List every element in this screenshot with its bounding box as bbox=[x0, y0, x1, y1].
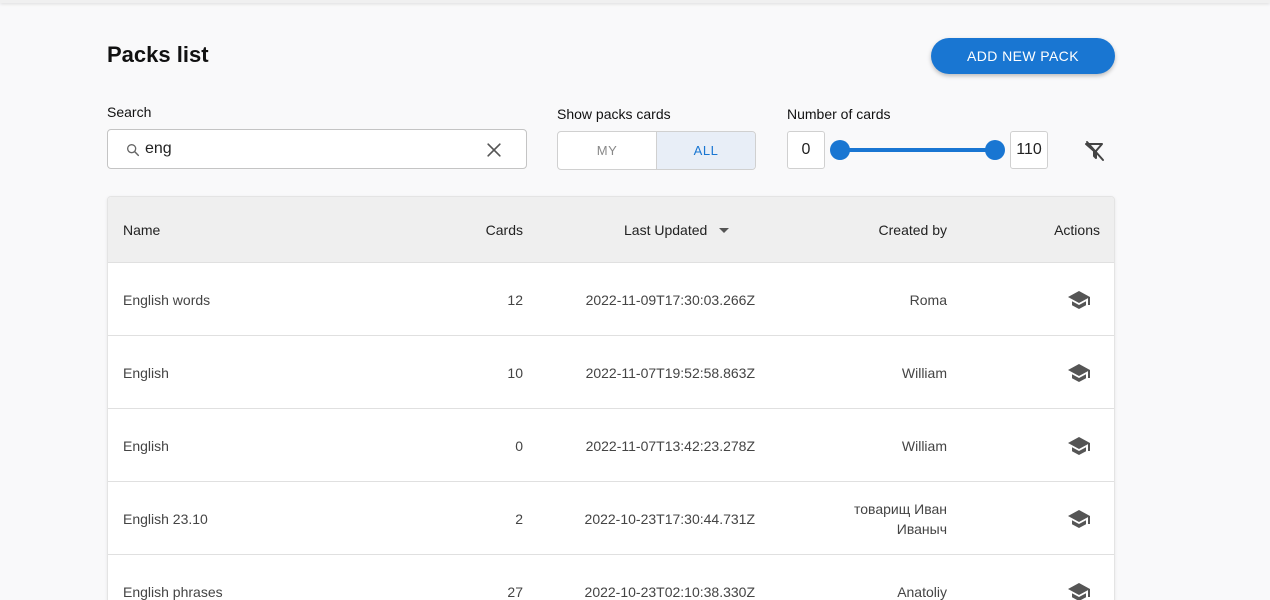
toggle-my-button[interactable]: MY bbox=[558, 132, 656, 169]
sort-desc-icon[interactable] bbox=[719, 227, 730, 233]
created-by-line: Иваныч bbox=[896, 520, 947, 537]
cards-count: 12 bbox=[507, 291, 523, 308]
top-app-bar bbox=[0, 0, 1270, 3]
cards-count: 10 bbox=[507, 364, 523, 381]
cards-count: 0 bbox=[515, 437, 523, 454]
page-title: Packs list bbox=[107, 42, 209, 67]
table-row[interactable]: English phrases 27 2022-10-23T02:10:38.3… bbox=[108, 555, 1114, 600]
created-by-line: Anatoliy bbox=[897, 583, 947, 600]
show-packs-toggle: MY ALL bbox=[557, 131, 756, 170]
filter-off-icon[interactable] bbox=[1083, 139, 1107, 163]
created-by: Anatoliy bbox=[788, 555, 947, 600]
pack-name[interactable]: English bbox=[123, 336, 169, 409]
cards-range-slider[interactable] bbox=[840, 148, 995, 152]
created-by: товарищ Иван Иваныч bbox=[788, 482, 947, 555]
created-by: William bbox=[788, 336, 947, 409]
created-by-line: William bbox=[901, 364, 947, 381]
created-by-line: William bbox=[901, 437, 947, 454]
table-row[interactable]: English 10 2022-11-07T19:52:58.863Z Will… bbox=[108, 336, 1114, 409]
header-last-updated[interactable]: Last Updated bbox=[624, 197, 730, 263]
last-updated: 2022-11-07T13:42:23.278Z bbox=[585, 437, 755, 454]
cards-count: 2 bbox=[515, 510, 523, 527]
cards-count: 27 bbox=[507, 583, 523, 600]
pack-name[interactable]: English bbox=[123, 409, 169, 482]
search-input[interactable] bbox=[145, 138, 475, 160]
learn-action[interactable] bbox=[1067, 263, 1091, 336]
table-row[interactable]: English 0 2022-11-07T13:42:23.278Z Willi… bbox=[108, 409, 1114, 482]
learn-action[interactable] bbox=[1067, 409, 1091, 482]
close-icon[interactable] bbox=[484, 140, 504, 160]
graduation-cap-icon[interactable] bbox=[1067, 580, 1091, 600]
header-created-by[interactable]: Created by bbox=[808, 197, 947, 263]
slider-max-thumb[interactable] bbox=[985, 140, 1005, 160]
learn-action[interactable] bbox=[1067, 555, 1091, 600]
search-icon bbox=[126, 144, 140, 157]
created-by-line: Roma bbox=[909, 291, 947, 308]
created-by: William bbox=[788, 409, 947, 482]
table-row[interactable]: English 23.10 2 2022-10-23T17:30:44.731Z… bbox=[108, 482, 1114, 555]
last-updated: 2022-11-07T19:52:58.863Z bbox=[585, 364, 755, 381]
pack-name[interactable]: English words bbox=[123, 263, 210, 336]
pack-name[interactable]: English phrases bbox=[123, 555, 223, 600]
pack-name[interactable]: English 23.10 bbox=[123, 482, 208, 555]
table-row[interactable]: English words 12 2022-11-09T17:30:03.266… bbox=[108, 263, 1114, 336]
header-cards[interactable]: Cards bbox=[443, 197, 523, 263]
min-cards-input[interactable]: 0 bbox=[787, 131, 825, 169]
created-by-line: товарищ Иван bbox=[854, 500, 947, 517]
graduation-cap-icon[interactable] bbox=[1067, 507, 1091, 531]
graduation-cap-icon[interactable] bbox=[1067, 434, 1091, 458]
search-label: Search bbox=[107, 104, 152, 120]
header-name[interactable]: Name bbox=[123, 197, 160, 263]
graduation-cap-icon[interactable] bbox=[1067, 361, 1091, 385]
slider-min-thumb[interactable] bbox=[830, 140, 850, 160]
last-updated: 2022-10-23T02:10:38.330Z bbox=[584, 583, 755, 600]
show-packs-label: Show packs cards bbox=[557, 106, 671, 122]
last-updated: 2022-10-23T17:30:44.731Z bbox=[584, 510, 755, 527]
last-updated: 2022-11-09T17:30:03.266Z bbox=[585, 291, 755, 308]
learn-action[interactable] bbox=[1067, 482, 1091, 555]
header-last-updated-label: Last Updated bbox=[624, 222, 708, 238]
number-of-cards-label: Number of cards bbox=[787, 106, 891, 122]
max-cards-input[interactable]: 110 bbox=[1010, 131, 1048, 169]
packs-table: Name Cards Last Updated Created by Actio… bbox=[107, 196, 1115, 600]
search-field[interactable] bbox=[107, 129, 527, 169]
toggle-all-button[interactable]: ALL bbox=[656, 132, 755, 169]
header-actions: Actions bbox=[1054, 222, 1100, 238]
table-header: Name Cards Last Updated Created by Actio… bbox=[108, 197, 1114, 263]
graduation-cap-icon[interactable] bbox=[1067, 288, 1091, 312]
learn-action[interactable] bbox=[1067, 336, 1091, 409]
created-by: Roma bbox=[788, 263, 947, 336]
add-new-pack-button[interactable]: ADD NEW PACK bbox=[931, 38, 1115, 74]
